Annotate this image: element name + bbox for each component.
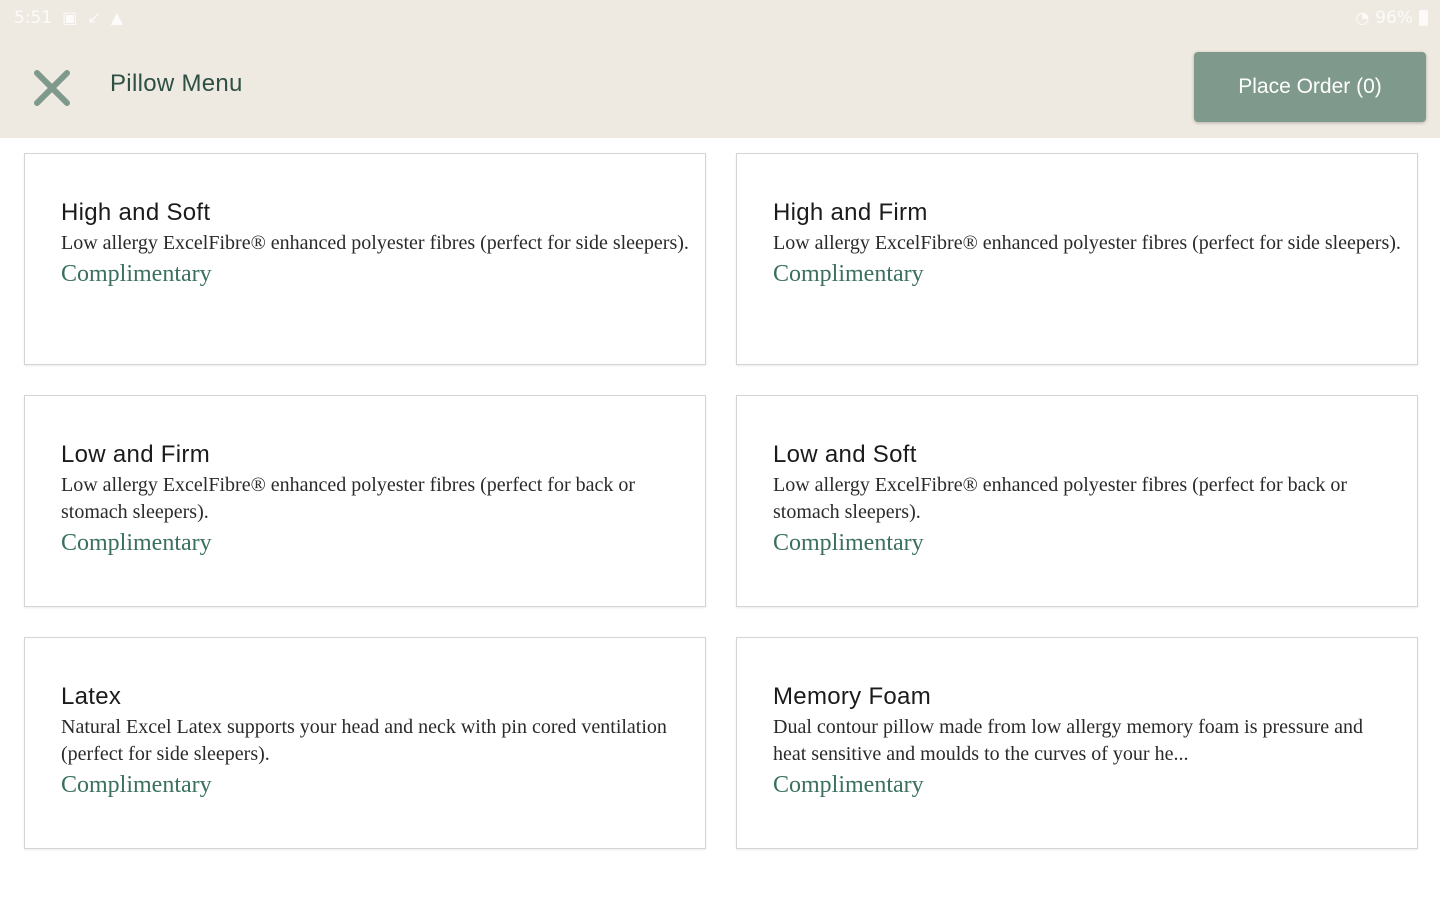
image-icon: ▣	[62, 8, 78, 27]
place-order-button[interactable]: Place Order (0)	[1194, 52, 1426, 122]
pillow-description: Low allergy ExcelFibre® enhanced polyest…	[773, 474, 1348, 523]
pillow-name: High and Firm	[773, 199, 928, 226]
pillow-description: Low allergy ExcelFibre® enhanced polyest…	[61, 232, 689, 254]
pillow-card[interactable]: Low and Soft Low allergy ExcelFibre® enh…	[736, 395, 1418, 607]
warning-icon: ▲	[110, 8, 124, 27]
close-button[interactable]	[26, 62, 78, 114]
pillow-description: Natural Excel Latex supports your head a…	[61, 716, 667, 765]
pillow-description: Dual contour pillow made from low allerg…	[773, 716, 1364, 765]
pillow-name: High and Soft	[61, 199, 211, 226]
battery-percent: 96%	[1375, 8, 1413, 28]
status-time: 5:51	[14, 8, 53, 28]
pillow-price: Complimentary	[773, 261, 924, 287]
pillow-description: Low allergy ExcelFibre® enhanced polyest…	[61, 474, 636, 523]
pillow-card[interactable]: High and Soft Low allergy ExcelFibre® en…	[24, 153, 706, 365]
missed-call-icon: ↙	[87, 8, 101, 27]
pillow-price: Complimentary	[61, 530, 212, 556]
pillow-card[interactable]: Latex Natural Excel Latex supports your …	[24, 637, 706, 849]
pillow-card[interactable]: Low and Firm Low allergy ExcelFibre® enh…	[24, 395, 706, 607]
pillow-name: Low and Firm	[61, 441, 210, 468]
pillow-price: Complimentary	[773, 530, 924, 556]
pillow-price: Complimentary	[61, 261, 212, 287]
status-right: ◔ 96%	[1355, 8, 1428, 28]
pillow-name: Memory Foam	[773, 683, 931, 710]
pillow-card[interactable]: Memory Foam Dual contour pillow made fro…	[736, 637, 1418, 849]
pillow-name: Latex	[61, 683, 122, 710]
status-bar: 5:51 ▣ ↙ ▲ ◔ 96%	[0, 0, 1440, 38]
close-icon	[34, 70, 70, 106]
pillow-grid: High and Soft Low allergy ExcelFibre® en…	[24, 153, 1418, 849]
wifi-icon: ◔	[1355, 8, 1370, 27]
pillow-price: Complimentary	[773, 772, 924, 798]
status-left: 5:51 ▣ ↙ ▲	[14, 8, 123, 28]
pillow-card[interactable]: High and Firm Low allergy ExcelFibre® en…	[736, 153, 1418, 365]
battery-icon	[1419, 10, 1428, 26]
pillow-description: Low allergy ExcelFibre® enhanced polyest…	[773, 232, 1401, 254]
pillow-name: Low and Soft	[773, 441, 917, 468]
pillow-price: Complimentary	[61, 772, 212, 798]
app-bar: Pillow Menu Place Order (0)	[0, 38, 1440, 138]
page-title: Pillow Menu	[110, 70, 243, 97]
